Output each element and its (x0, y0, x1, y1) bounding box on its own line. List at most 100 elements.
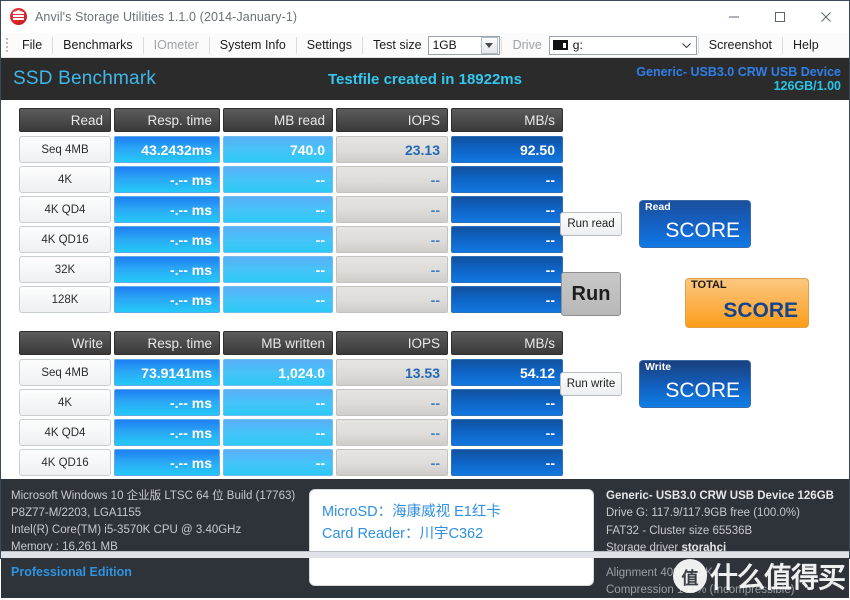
close-icon[interactable] (803, 1, 849, 33)
row-label[interactable]: Seq 4MB (19, 359, 111, 386)
title-bar: Anvil's Storage Utilities 1.1.0 (2014-Ja… (1, 1, 849, 33)
drive-select[interactable]: g: (548, 35, 697, 55)
column-header-read: Read (19, 108, 111, 132)
table-row: 4K QD4 -.-- ms -- -- -- (19, 196, 563, 223)
menu-bar: File Benchmarks IOmeter System Info Sett… (1, 33, 849, 58)
test-size-value: 1GB (432, 38, 457, 52)
total-score-label: TOTAL (691, 279, 727, 291)
cell-mb-written: 1,024.0 (223, 359, 333, 386)
write-table-header: Write Resp. time MB written IOPS MB/s (19, 331, 563, 355)
menu-item-settings[interactable]: Settings (298, 35, 361, 55)
maximize-icon[interactable] (757, 1, 803, 33)
row-label[interactable]: 4K QD4 (19, 196, 111, 223)
cell-mb-written: -- (223, 419, 333, 446)
drive-free-space: Drive G: 117.9/117.9GB free (100.0%) (606, 507, 800, 520)
cell-mbs: -- (451, 389, 563, 416)
menu-item-benchmarks[interactable]: Benchmarks (54, 35, 141, 55)
cell-iops: -- (336, 196, 448, 223)
main-area: Read Resp. time MB read IOPS MB/s Seq 4M… (1, 100, 849, 479)
benchmark-tables: Read Resp. time MB read IOPS MB/s Seq 4M… (1, 108, 563, 479)
drive-label: Drive (512, 38, 542, 52)
note-card-reader: Card Reader：川宇C362 (322, 526, 484, 543)
menu-item-screenshot[interactable]: Screenshot (700, 35, 781, 55)
run-read-button[interactable]: Run read (560, 212, 622, 236)
row-label[interactable]: 4K QD16 (19, 449, 111, 476)
column-header-iops: IOPS (336, 331, 448, 355)
device-name: Generic- USB3.0 CRW USB Device (636, 64, 841, 79)
read-table-header: Read Resp. time MB read IOPS MB/s (19, 108, 563, 132)
table-row: 4K QD16 -.-- ms -- -- -- (19, 449, 563, 476)
table-spacer (19, 316, 557, 331)
cell-iops: 13.53 (336, 359, 448, 386)
row-label[interactable]: 4K QD16 (19, 226, 111, 253)
menu-item-iometer: IOmeter (153, 38, 199, 52)
cell-mb-written: -- (223, 389, 333, 416)
cell-resp-time: -.-- ms (114, 226, 220, 253)
table-row: 4K -.-- ms -- -- -- (19, 166, 563, 193)
table-row: 4K -.-- ms -- -- -- (19, 389, 563, 416)
os-version: Microsoft Windows 10 企业版 LTSC 64 位 Build… (11, 490, 296, 502)
column-header-mb-read: MB read (223, 108, 333, 132)
compression-status: Compression 100% (Incompressible) (606, 584, 795, 597)
alignment-status: Alignment 4096 - OK (606, 567, 713, 579)
menu-separator (295, 36, 297, 54)
menu-separator (697, 36, 699, 54)
note-microsd: MicroSD：海康威视 E1红卡 (322, 504, 501, 520)
total-score-badge[interactable]: TOTAL SCORE (685, 278, 809, 328)
menu-separator (361, 36, 363, 54)
drive-filesystem: FAT32 - Cluster size 65536B (606, 524, 753, 537)
toolbar-grip[interactable] (4, 37, 11, 53)
cell-iops: 23.13 (336, 136, 448, 163)
cell-resp-time: -.-- ms (114, 196, 220, 223)
system-info: Microsoft Windows 10 企业版 LTSC 64 位 Build… (11, 485, 301, 592)
chevron-down-icon[interactable] (480, 36, 498, 54)
table-row: 4K QD4 -.-- ms -- -- -- (19, 419, 563, 446)
row-label[interactable]: 4K QD4 (19, 419, 111, 446)
menu-item-help[interactable]: Help (784, 35, 828, 55)
edition-label: Professional Edition (11, 565, 132, 580)
cell-mb-read: -- (223, 226, 333, 253)
row-label[interactable]: Seq 4MB (19, 136, 111, 163)
info-panel: Microsoft Windows 10 企业版 LTSC 64 位 Build… (1, 479, 849, 598)
cell-resp-time: 73.9141ms (114, 359, 220, 386)
cell-iops: -- (336, 449, 448, 476)
cell-mb-read: -- (223, 256, 333, 283)
window-title: Anvil's Storage Utilities 1.1.0 (2014-Ja… (35, 9, 298, 24)
test-size-select[interactable]: 1GB (427, 35, 500, 55)
control-panel: Run read Run Run write Read SCORE TOTAL … (557, 108, 849, 479)
column-header-iops: IOPS (336, 108, 448, 132)
read-score-value: SCORE (665, 219, 740, 242)
row-label[interactable]: 128K (19, 286, 111, 313)
row-label[interactable]: 4K (19, 389, 111, 416)
run-write-button[interactable]: Run write (560, 372, 622, 396)
cell-iops: -- (336, 226, 448, 253)
drive-value: g: (572, 38, 583, 52)
cell-resp-time: -.-- ms (114, 419, 220, 446)
table-row: 32K -.-- ms -- -- -- (19, 256, 563, 283)
run-button[interactable]: Run (561, 272, 621, 316)
chevron-down-icon[interactable] (681, 40, 691, 50)
menu-item-system-info[interactable]: System Info (211, 35, 295, 55)
minimize-icon[interactable] (711, 1, 757, 33)
read-score-badge[interactable]: Read SCORE (639, 200, 751, 248)
page-title: SSD Benchmark (13, 68, 157, 89)
row-label[interactable]: 4K (19, 166, 111, 193)
cell-mb-read: -- (223, 196, 333, 223)
write-score-badge[interactable]: Write SCORE (639, 360, 751, 408)
cell-mb-read: -- (223, 286, 333, 313)
row-label[interactable]: 32K (19, 256, 111, 283)
menu-item-file[interactable]: File (13, 35, 51, 55)
cell-mb-written: -- (223, 449, 333, 476)
cell-mbs: -- (451, 419, 563, 446)
drive-icon (552, 40, 568, 50)
cell-mb-read: 740.0 (223, 136, 333, 163)
menu-separator (52, 36, 54, 54)
column-header-write: Write (19, 331, 111, 355)
menu-separator (208, 36, 210, 54)
cell-mb-read: -- (223, 166, 333, 193)
column-header-resp-time: Resp. time (114, 108, 220, 132)
note-box: MicroSD：海康威视 E1红卡 Card Reader：川宇C362 (309, 489, 594, 586)
app-window: Anvil's Storage Utilities 1.1.0 (2014-Ja… (0, 0, 850, 598)
cell-mbs: -- (451, 286, 563, 313)
table-row: 4K QD16 -.-- ms -- -- -- (19, 226, 563, 253)
